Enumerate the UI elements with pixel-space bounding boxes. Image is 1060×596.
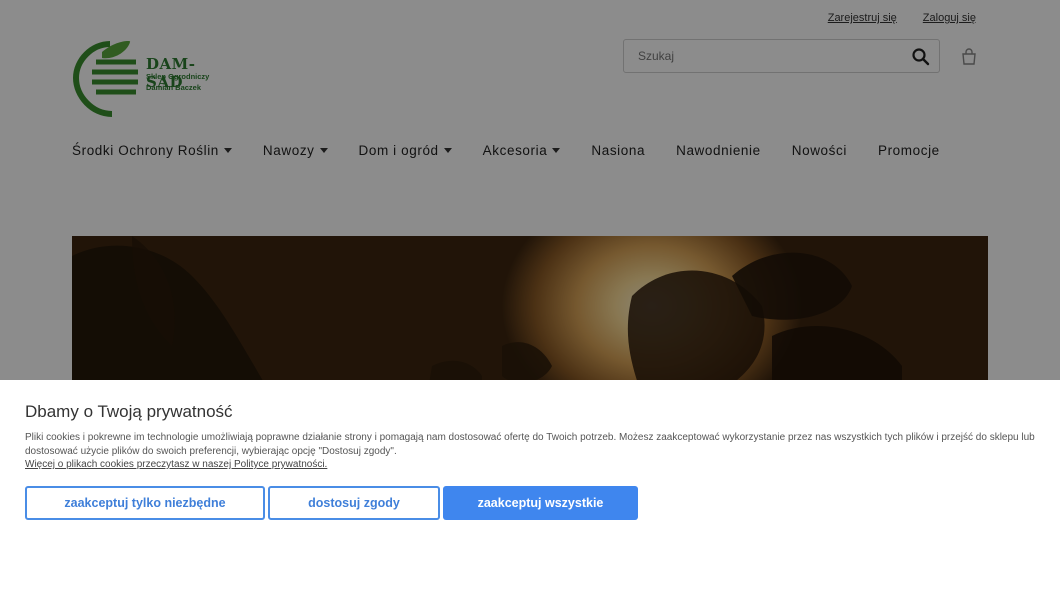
cookie-description: Pliki cookies i pokrewne im technologie …	[25, 432, 1035, 457]
privacy-policy-link[interactable]: Więcej o plikach cookies przeczytasz w n…	[25, 459, 327, 470]
cookie-title: Dbamy o Twoją prywatność	[25, 402, 233, 421]
cookie-consent-panel: Dbamy o Twoją prywatność Pliki cookies i…	[0, 380, 1060, 596]
accept-necessary-button[interactable]: zaakceptuj tylko niezbędne	[25, 486, 265, 520]
accept-all-button[interactable]: zaakceptuj wszystkie	[443, 486, 638, 520]
customize-consents-button[interactable]: dostosuj zgody	[268, 486, 440, 520]
page: Zarejestruj się Zaloguj się DAM-SAD Skle…	[0, 0, 1060, 596]
